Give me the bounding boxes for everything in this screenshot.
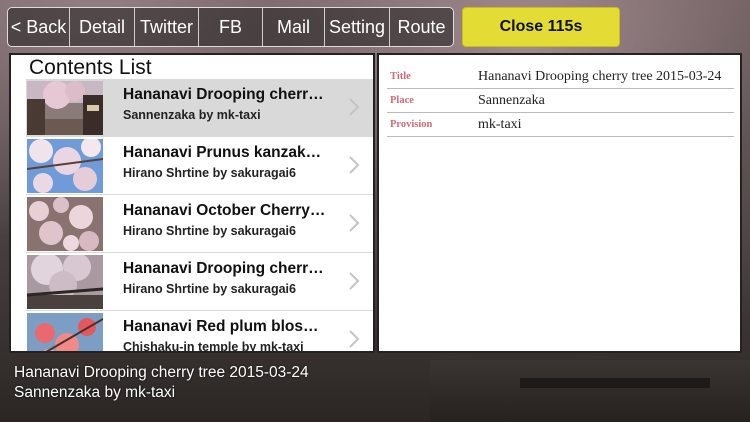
detail-row-place: Place Sannenzaka: [387, 89, 734, 113]
detail-button[interactable]: Detail: [70, 8, 135, 46]
list-item-subtitle: Hirano Shrtine by sakuragai6: [123, 166, 296, 180]
toolbar: < Back Detail Twitter FB Mail Setting Ro…: [7, 7, 454, 47]
background-roof-edge: [520, 378, 710, 388]
chevron-right-icon: [349, 214, 360, 232]
cherry-tree-roof-photo-thumbnail: [27, 255, 103, 309]
caption-subtitle: Sannenzaka by mk-taxi: [14, 384, 176, 401]
list-item[interactable]: Hananavi Prunus kanzak… Hirano Shrtine b…: [26, 137, 373, 195]
detail-row-title: Title Hananavi Drooping cherry tree 2015…: [387, 65, 734, 89]
background-roof: [430, 360, 750, 422]
photo-caption: Hananavi Drooping cherry tree 2015-03-24…: [14, 363, 309, 403]
list-item-title: Hananavi Red plum blos…: [123, 318, 319, 335]
detail-row-provision: Provision mk-taxi: [387, 113, 734, 137]
chevron-right-icon: [349, 98, 360, 116]
red-plum-photo-thumbnail: [27, 313, 103, 351]
cherry-blossom-closeup-photo-thumbnail: [27, 197, 103, 251]
list-item-title: Hananavi October Cherry…: [123, 202, 326, 219]
list-item[interactable]: Hananavi Drooping cherr… Hirano Shrtine …: [26, 253, 373, 311]
close-button[interactable]: Close 115s: [462, 7, 620, 47]
contents-list-panel: Contents List Hananavi Drooping cherr… S…: [9, 53, 375, 353]
detail-value: Hananavi Drooping cherry tree 2015-03-24: [478, 69, 722, 84]
mail-button[interactable]: Mail: [263, 8, 325, 46]
caption-title: Hananavi Drooping cherry tree 2015-03-24: [14, 364, 309, 381]
chevron-right-icon: [349, 156, 360, 174]
list-item[interactable]: Hananavi October Cherry… Hirano Shrtine …: [26, 195, 373, 253]
detail-key: Place: [390, 95, 414, 106]
detail-value: mk-taxi: [478, 117, 522, 132]
list-item-title: Hananavi Prunus kanzak…: [123, 144, 322, 161]
list-item-title: Hananavi Drooping cherr…: [123, 260, 324, 277]
detail-key: Title: [390, 71, 411, 82]
detail-panel: Title Hananavi Drooping cherry tree 2015…: [377, 53, 742, 353]
chevron-right-icon: [349, 272, 360, 290]
cherry-street-photo-thumbnail: [27, 81, 103, 135]
list-item[interactable]: Hananavi Red plum blos… Chishaku-in temp…: [26, 311, 373, 353]
detail-key: Provision: [390, 119, 433, 130]
list-item-subtitle: Chishaku-in temple by mk-taxi: [123, 340, 304, 353]
chevron-right-icon: [349, 330, 360, 348]
cherry-blossom-sky-photo-thumbnail: [27, 139, 103, 193]
list-item-subtitle: Sannenzaka by mk-taxi: [123, 108, 261, 122]
back-button[interactable]: < Back: [8, 8, 70, 46]
list-item-subtitle: Hirano Shrtine by sakuragai6: [123, 282, 296, 296]
contents-list-title: Contents List: [29, 56, 152, 79]
twitter-button[interactable]: Twitter: [135, 8, 199, 46]
list-item[interactable]: Hananavi Drooping cherr… Sannenzaka by m…: [26, 79, 373, 137]
list-item-subtitle: Hirano Shrtine by sakuragai6: [123, 224, 296, 238]
list-item-title: Hananavi Drooping cherr…: [123, 86, 324, 103]
setting-button[interactable]: Setting: [325, 8, 390, 46]
contents-list: Hananavi Drooping cherr… Sannenzaka by m…: [26, 79, 373, 353]
detail-value: Sannenzaka: [478, 93, 545, 108]
fb-button[interactable]: FB: [199, 8, 263, 46]
route-button[interactable]: Route: [390, 8, 453, 46]
